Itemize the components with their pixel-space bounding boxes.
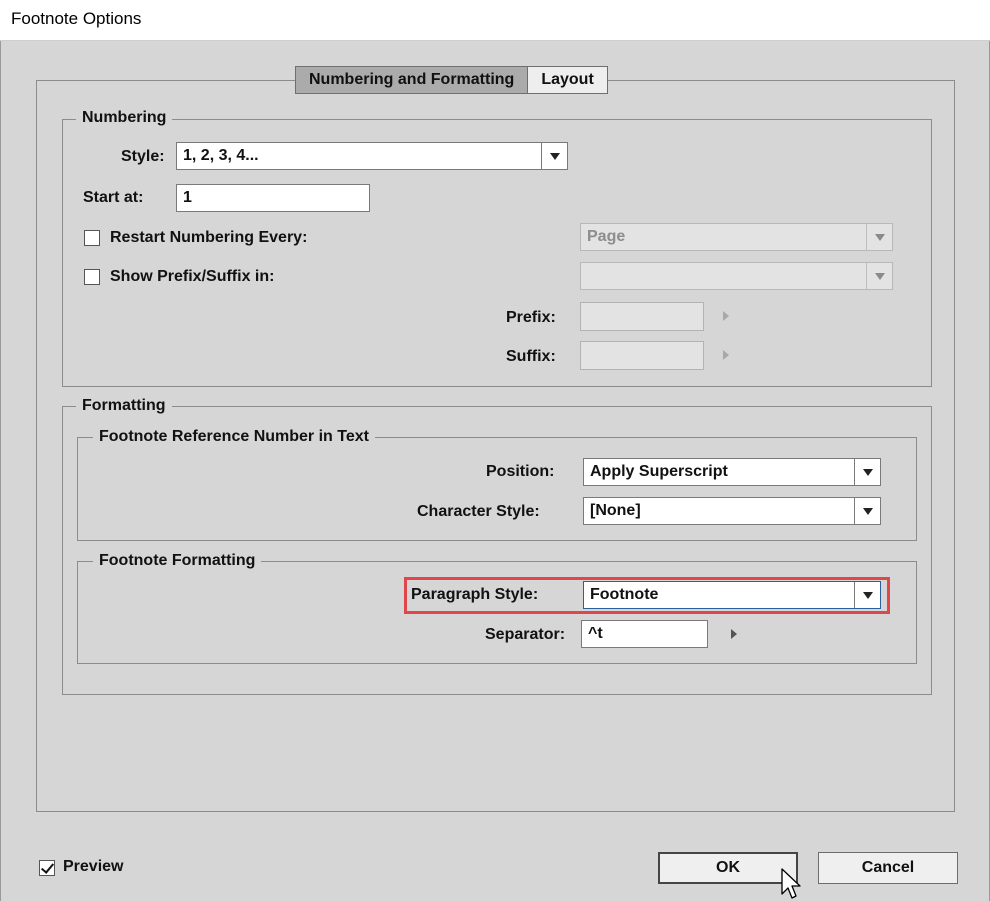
chevron-down-icon bbox=[854, 582, 880, 608]
reference-number-group bbox=[77, 437, 917, 541]
chevron-down-icon bbox=[541, 143, 567, 169]
suffix-input[interactable] bbox=[580, 341, 704, 370]
paragraph-style-label: Paragraph Style: bbox=[411, 586, 539, 603]
position-dropdown[interactable]: Apply Superscript bbox=[583, 458, 881, 486]
restart-numbering-checkbox[interactable] bbox=[84, 230, 100, 246]
prefix-label: Prefix: bbox=[506, 309, 556, 326]
style-dropdown[interactable]: 1, 2, 3, 4... bbox=[176, 142, 568, 170]
position-dropdown-value: Apply Superscript bbox=[590, 463, 728, 480]
character-style-dropdown[interactable]: [None] bbox=[583, 497, 881, 525]
restart-numbering-label: Restart Numbering Every: bbox=[110, 229, 308, 246]
cancel-button[interactable]: Cancel bbox=[818, 852, 958, 884]
style-dropdown-value: 1, 2, 3, 4... bbox=[183, 147, 259, 164]
separator-menu-arrow-icon[interactable] bbox=[731, 629, 737, 639]
preview-label: Preview bbox=[63, 858, 124, 875]
character-style-label: Character Style: bbox=[417, 503, 540, 520]
chevron-down-icon bbox=[866, 224, 892, 250]
style-label: Style: bbox=[121, 148, 165, 165]
show-prefix-suffix-label: Show Prefix/Suffix in: bbox=[110, 268, 275, 285]
position-label: Position: bbox=[486, 463, 555, 480]
tab-layout[interactable]: Layout bbox=[527, 66, 608, 94]
window-title: Footnote Options bbox=[11, 9, 142, 28]
start-at-input[interactable]: 1 bbox=[176, 184, 370, 212]
chevron-down-icon bbox=[854, 459, 880, 485]
paragraph-style-dropdown-value: Footnote bbox=[590, 586, 659, 603]
footnote-formatting-legend: Footnote Formatting bbox=[93, 552, 262, 570]
formatting-legend: Formatting bbox=[76, 397, 172, 415]
separator-label: Separator: bbox=[485, 626, 566, 643]
prefix-menu-arrow-icon[interactable] bbox=[723, 311, 729, 321]
restart-numbering-value: Page bbox=[587, 228, 626, 245]
mouse-cursor-icon bbox=[781, 868, 801, 899]
restart-numbering-dropdown[interactable]: Page bbox=[580, 223, 893, 251]
character-style-dropdown-value: [None] bbox=[590, 502, 641, 519]
paragraph-style-dropdown[interactable]: Footnote bbox=[583, 581, 881, 609]
show-prefix-suffix-dropdown[interactable] bbox=[580, 262, 893, 290]
tab-numbering-and-formatting[interactable]: Numbering and Formatting bbox=[295, 66, 528, 94]
numbering-legend: Numbering bbox=[76, 109, 173, 127]
ok-button[interactable]: OK bbox=[658, 852, 798, 884]
start-at-label: Start at: bbox=[83, 189, 144, 206]
suffix-label: Suffix: bbox=[506, 348, 556, 365]
prefix-input[interactable] bbox=[580, 302, 704, 331]
chevron-down-icon bbox=[854, 498, 880, 524]
suffix-menu-arrow-icon[interactable] bbox=[723, 350, 729, 360]
tab-bar: Numbering and Formatting Layout bbox=[295, 66, 608, 94]
chevron-down-icon bbox=[866, 263, 892, 289]
separator-input[interactable]: ^t bbox=[581, 620, 708, 648]
title-bar: Footnote Options bbox=[0, 0, 990, 41]
reference-number-legend: Footnote Reference Number in Text bbox=[93, 428, 375, 446]
show-prefix-suffix-checkbox[interactable] bbox=[84, 269, 100, 285]
preview-checkbox[interactable] bbox=[39, 860, 55, 876]
